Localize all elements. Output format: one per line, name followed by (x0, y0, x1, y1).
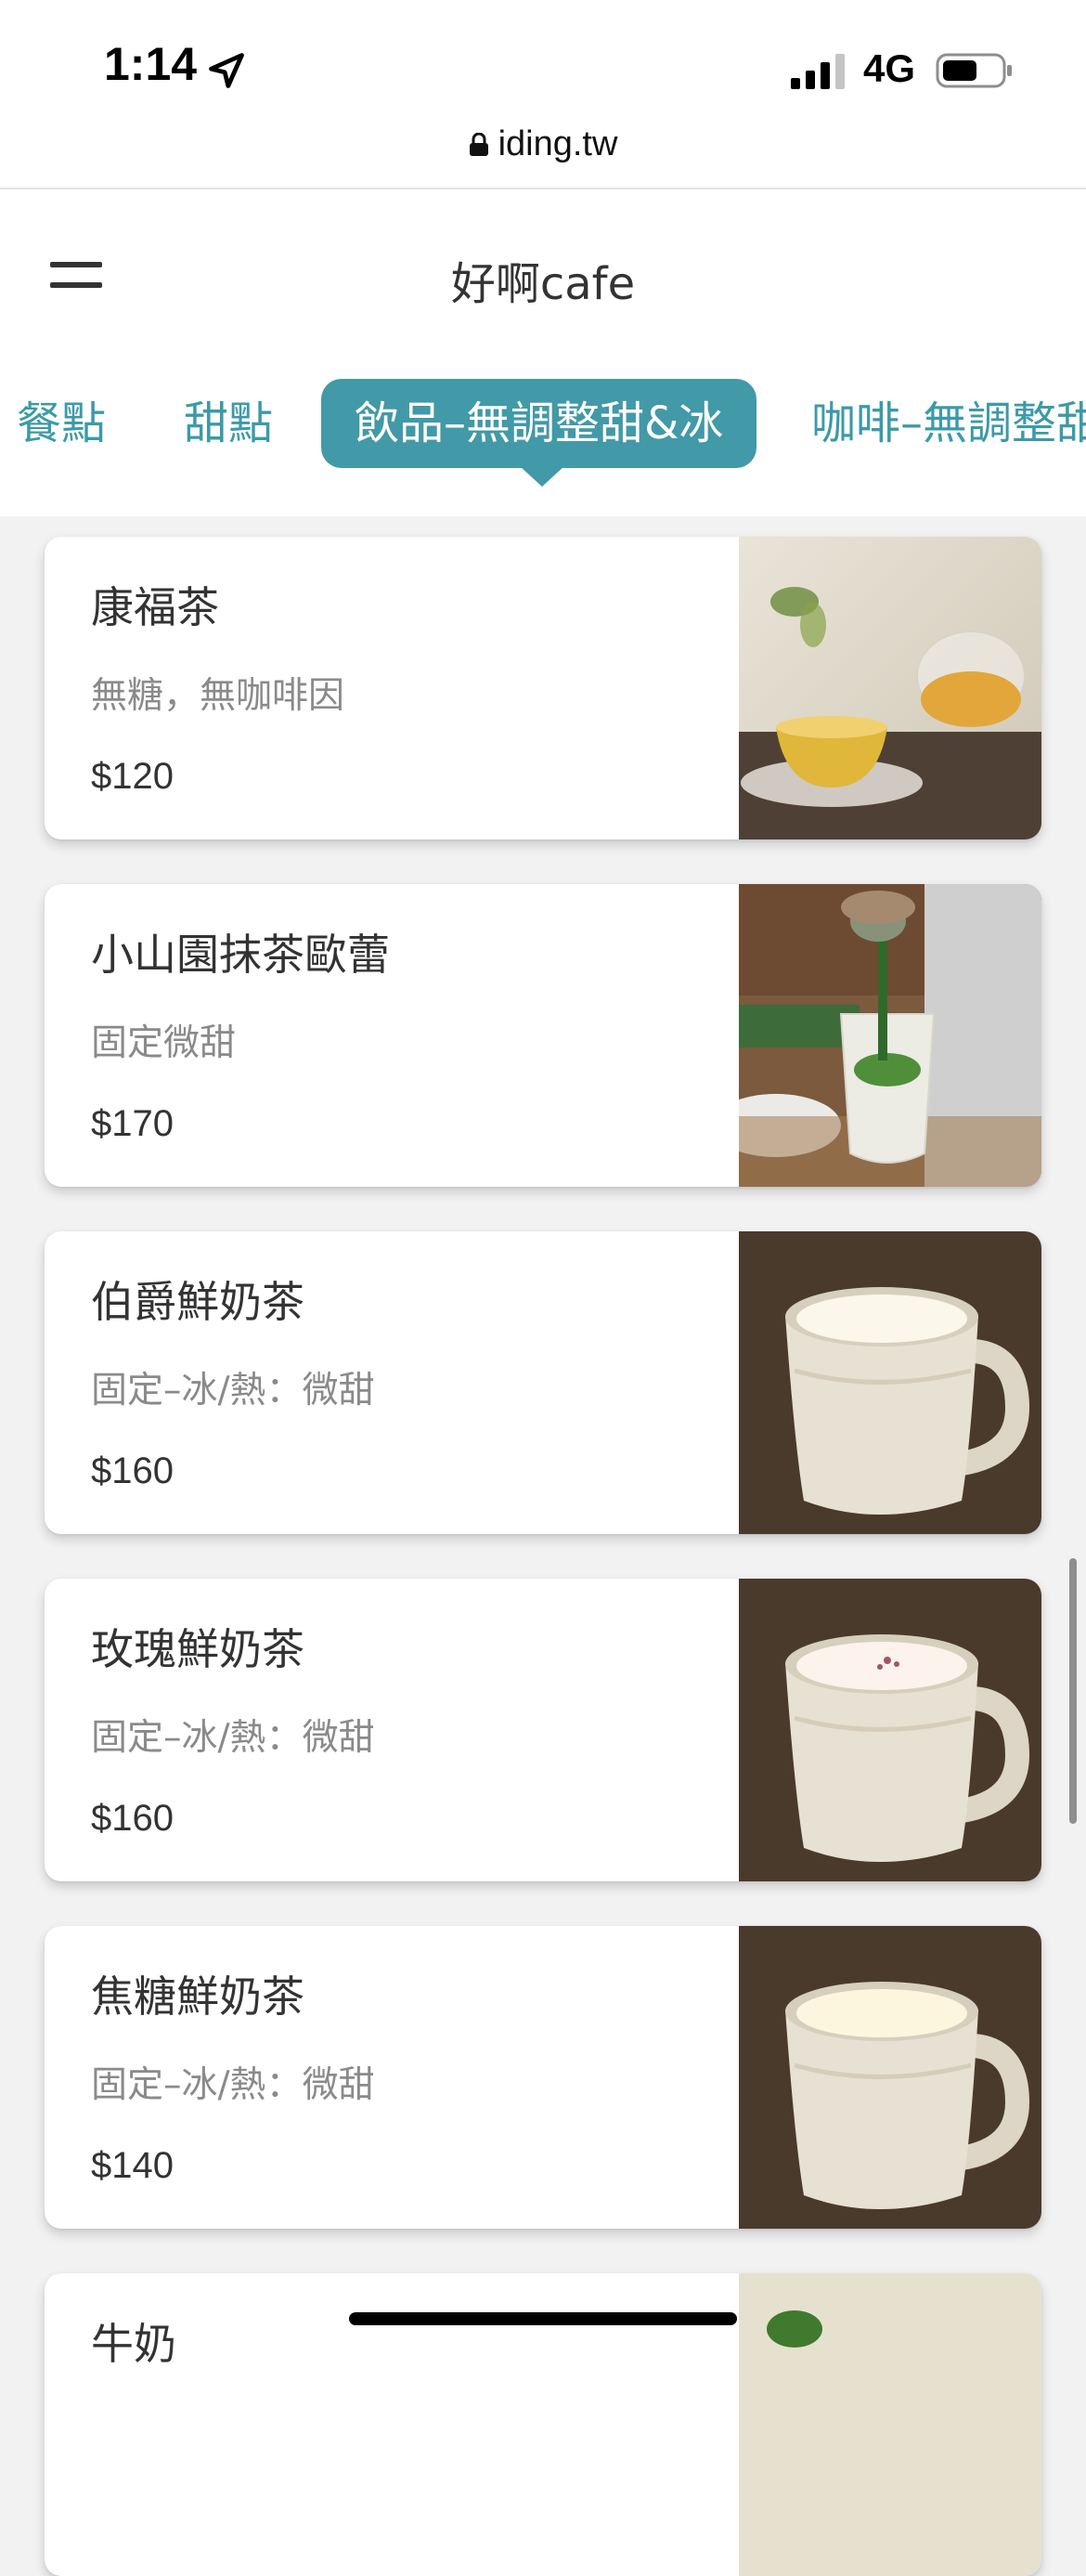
url-text: iding.tw (498, 124, 618, 163)
item-description: 固定–冰/熱：微甜 (91, 2064, 375, 2106)
milk-photo (739, 2273, 1041, 2576)
item-photo (739, 884, 1041, 1187)
item-name: 康福茶 (91, 582, 219, 632)
item-price: $170 (91, 1103, 174, 1144)
menu-item-card[interactable]: 小山園抹茶歐蕾 固定微甜 $170 (45, 884, 1041, 1187)
app-header: 好啊cafe (0, 189, 1086, 357)
item-photo (739, 1231, 1041, 1534)
network-type: 4G (863, 46, 916, 90)
battery-icon (936, 53, 1012, 88)
item-name: 玫瑰鮮奶茶 (91, 1624, 304, 1674)
menu-item-card[interactable]: 玫瑰鮮奶茶 固定–冰/熱：微甜 $160 (45, 1579, 1041, 1881)
item-photo (739, 2273, 1041, 2576)
item-name: 伯爵鮮奶茶 (91, 1277, 304, 1327)
status-time: 1:14 (104, 38, 198, 90)
menu-item-card[interactable]: 焦糖鮮奶茶 固定–冰/熱：微甜 $140 (45, 1926, 1041, 2229)
item-description: 無糖，無咖啡因 (91, 675, 345, 717)
scrollbar-thumb[interactable] (1069, 1558, 1077, 1824)
item-description: 固定–冰/熱：微甜 (91, 1717, 375, 1759)
item-price: $140 (91, 2145, 174, 2186)
item-name: 焦糖鮮奶茶 (91, 1971, 304, 2022)
item-description: 固定微甜 (91, 1022, 237, 1064)
active-tab-indicator (520, 466, 564, 487)
herbal-tea-photo (739, 537, 1041, 839)
location-arrow-icon (209, 53, 244, 88)
tab-drinks[interactable]: 飲品–無調整甜&冰 (321, 379, 757, 468)
item-photo (739, 1579, 1041, 1881)
tab-desserts[interactable]: 甜點 (184, 379, 273, 468)
category-tabs[interactable]: 餐點 甜點 飲品–無調整甜&冰 咖啡–無調整甜 (0, 357, 1086, 516)
item-price: $160 (91, 1451, 174, 1491)
item-price: $160 (91, 1798, 174, 1839)
item-name: 牛奶 (91, 2319, 176, 2369)
milk-tea-mug-photo (739, 1231, 1041, 1534)
caramel-milk-tea-mug-photo (739, 1926, 1041, 2229)
tab-meals[interactable]: 餐點 (17, 379, 106, 468)
rose-milk-tea-mug-photo (739, 1579, 1041, 1881)
item-price: $120 (91, 756, 174, 797)
url-display[interactable]: iding.tw (0, 124, 1086, 164)
item-photo (739, 1926, 1041, 2229)
menu-item-card[interactable]: 康福茶 無糖，無咖啡因 $120 (45, 537, 1041, 839)
home-indicator[interactable] (349, 2312, 737, 2325)
item-photo (739, 537, 1041, 839)
tab-coffee[interactable]: 咖啡–無調整甜 (811, 379, 1086, 468)
cellular-signal-icon (791, 54, 845, 89)
matcha-latte-photo (739, 884, 1041, 1187)
status-bar: 1:14 4G (0, 0, 1086, 111)
item-description: 固定–冰/熱：微甜 (91, 1370, 375, 1412)
browser-url-bar[interactable]: iding.tw (0, 111, 1086, 189)
lock-icon (469, 133, 488, 156)
menu-item-card[interactable]: 伯爵鮮奶茶 固定–冰/熱：微甜 $160 (45, 1231, 1041, 1534)
item-name: 小山園抹茶歐蕾 (91, 930, 390, 980)
app-title: 好啊cafe (450, 258, 636, 310)
